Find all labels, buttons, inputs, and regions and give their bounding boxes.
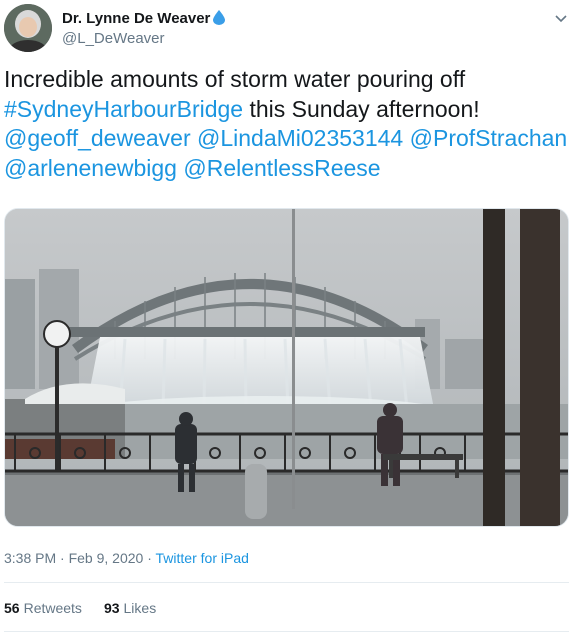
tweet-text: Incredible amounts of storm water pourin…: [4, 65, 569, 183]
mention-link[interactable]: @ProfStrachan: [410, 125, 568, 151]
likes-count: 93: [103, 600, 120, 616]
mention-link[interactable]: @LindaMi02353144: [197, 125, 403, 151]
retweets-label: Retweets: [23, 600, 82, 616]
tweet-text-line: @arlenenewbigg @RelentlessReese: [4, 154, 569, 184]
tweet-meta: 3:38 PM · Feb 9, 2020 · Twitter for iPad: [4, 550, 249, 566]
divider-bottom: [4, 631, 569, 632]
likes-label: Likes: [123, 600, 157, 616]
tweet-time[interactable]: 3:38 PM: [4, 550, 56, 566]
mention-link[interactable]: @arlenenewbigg: [4, 155, 177, 181]
author-name-text[interactable]: Dr. Lynne De Weaver: [62, 10, 210, 27]
avatar[interactable]: [4, 4, 52, 52]
tweet-text-line: Incredible amounts of storm water pourin…: [4, 65, 569, 95]
meta-separator-2: ·: [143, 550, 156, 566]
mention-link[interactable]: @geoff_deweaver: [4, 125, 191, 151]
likes-stat[interactable]: 93 Likes: [104, 600, 156, 616]
hashtag-link[interactable]: #SydneyHarbourBridge: [4, 96, 243, 122]
retweets-stat[interactable]: 56 Retweets: [4, 600, 82, 616]
meta-separator: ·: [56, 550, 69, 566]
tweet-text-segment: Incredible amounts of storm water pourin…: [4, 66, 466, 92]
chevron-down-icon[interactable]: [553, 10, 569, 26]
tweet-card: Dr. Lynne De Weaver @L_DeWeaver Incredib…: [0, 0, 577, 633]
author-name[interactable]: Dr. Lynne De Weaver: [62, 10, 226, 29]
mention-link[interactable]: @RelentlessReese: [183, 155, 380, 181]
author-handle[interactable]: @L_DeWeaver: [62, 30, 165, 47]
tweet-text-line: #SydneyHarbourBridge this Sunday afterno…: [4, 95, 569, 125]
tweet-source[interactable]: Twitter for iPad: [156, 550, 249, 566]
divider: [4, 582, 569, 583]
tweet-date[interactable]: Feb 9, 2020: [69, 550, 144, 566]
tweet-text-segment: this Sunday afternoon!: [243, 95, 480, 122]
tweet-photo[interactable]: [4, 208, 569, 527]
tweet-text-line: @geoff_deweaver @LindaMi02353144 @ProfSt…: [4, 124, 569, 154]
retweets-count: 56: [4, 600, 20, 616]
water-drop-icon: [213, 10, 226, 29]
tweet-stats: 56 Retweets 93 Likes: [4, 600, 178, 616]
